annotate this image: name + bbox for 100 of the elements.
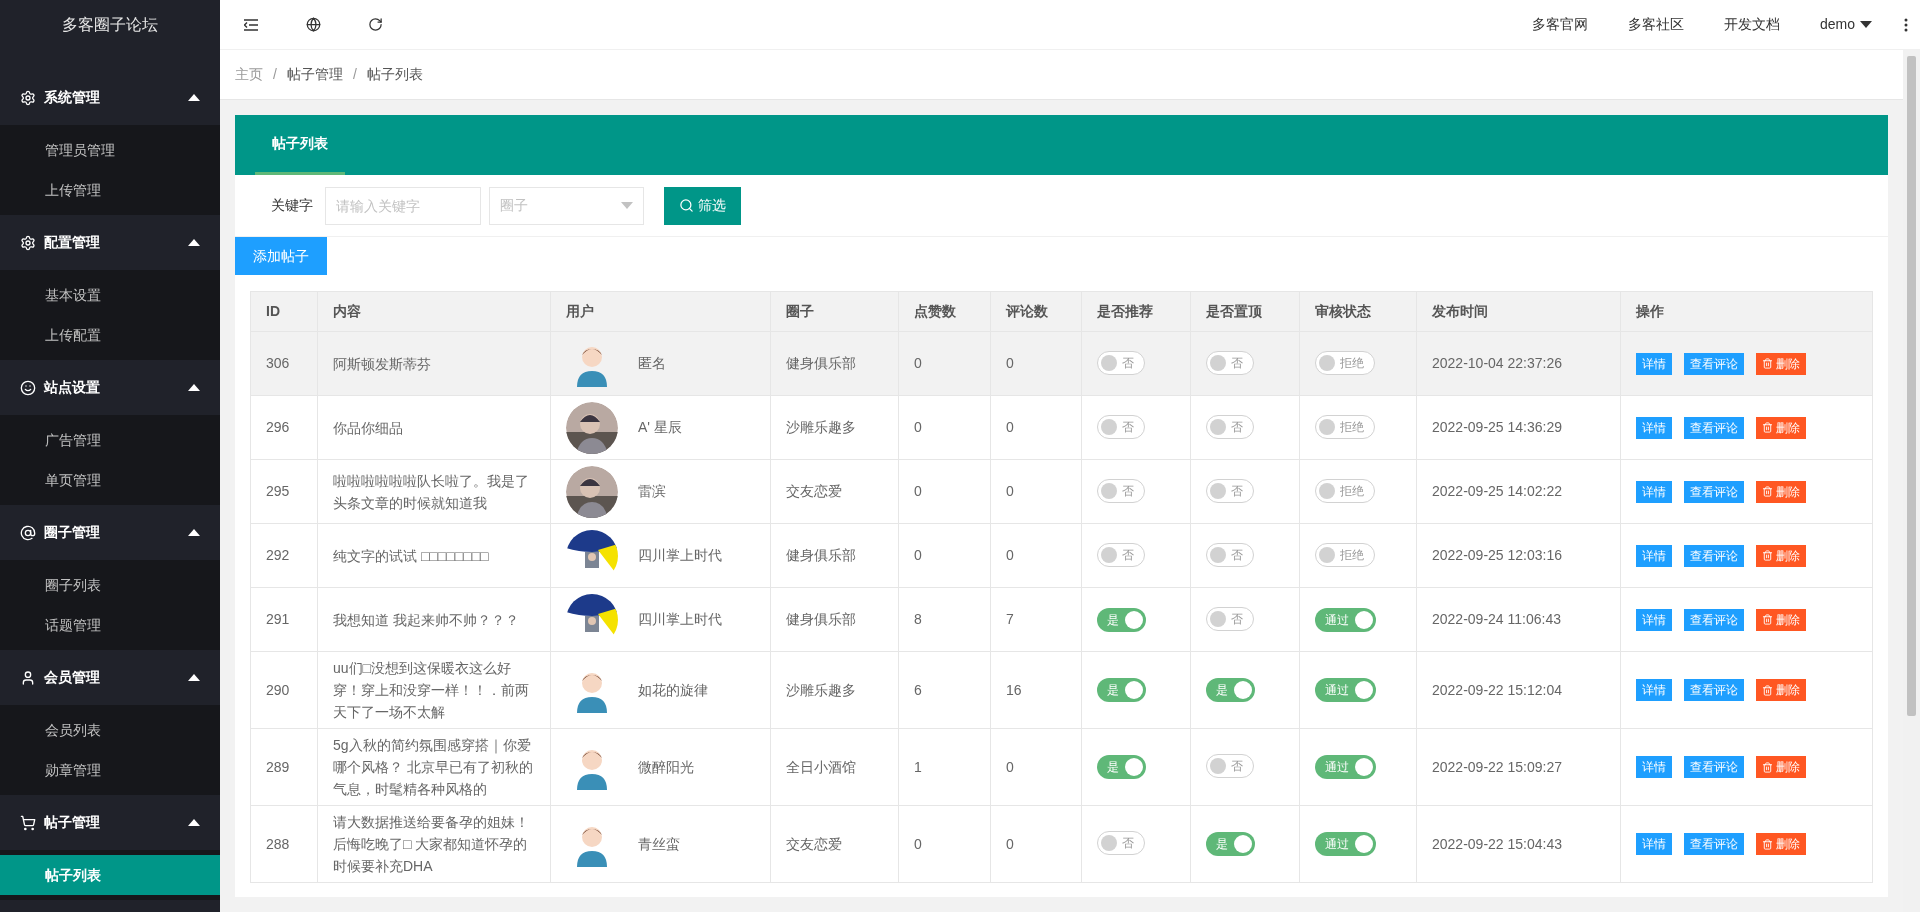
toggle-switch[interactable]: 否 [1097, 542, 1145, 567]
table-row[interactable]: 306 阿斯顿发斯蒂芬 匿名 健身俱乐部 0 0 否 否 拒绝 2022-10-04 22:37:26 详情 查看评论 删除 [250, 331, 1873, 396]
toggle-switch[interactable]: 通过 [1315, 607, 1376, 632]
details-button[interactable]: 详情 [1636, 679, 1672, 701]
toggle-switch[interactable]: 拒绝 [1315, 414, 1375, 439]
user-name: 四川掌上时代 [638, 610, 722, 629]
toggle-switch[interactable]: 否 [1206, 478, 1254, 503]
user-menu[interactable]: demo [1799, 14, 1892, 35]
menu-group[interactable]: 帖子管理 [0, 795, 220, 850]
caret-up-icon [188, 239, 200, 246]
column-header: 点赞数 [898, 291, 991, 332]
view-comments-button[interactable]: 查看评论 [1684, 608, 1744, 631]
table-row[interactable]: 292 纯文字的试试 □□□□□□□□ 四川掌上时代 健身俱乐部 0 0 否 否 拒绝 2022-09-25 12:03:16 详情 查看评论 删除 [250, 523, 1873, 588]
tab[interactable]: 帖子列表 [255, 115, 345, 175]
menu-group[interactable]: 系统管理 [0, 70, 220, 125]
toggle-switch[interactable]: 拒绝 [1315, 478, 1375, 503]
table-row[interactable]: 296 你品你细品 A' 星辰 沙雕乐趣多 0 0 否 否 拒绝 2022-09-25 14:36:29 详情 查看评论 删除 [250, 395, 1873, 460]
menu-item[interactable]: 广告管理 [0, 420, 220, 460]
details-button[interactable]: 详情 [1636, 480, 1672, 503]
toggle-switch[interactable]: 拒绝 [1315, 350, 1375, 375]
nav-link[interactable]: 多客官网 [1511, 14, 1608, 35]
table-cell: 291 [250, 587, 318, 652]
menu-item[interactable]: 管理员管理 [0, 130, 220, 170]
breadcrumb-link[interactable]: 帖子列表 [366, 64, 423, 85]
menu-group[interactable]: 配置管理 [0, 215, 220, 270]
toggle-switch[interactable]: 是 [1206, 832, 1255, 856]
indent-icon [244, 18, 258, 31]
delete-button[interactable]: 删除 [1756, 679, 1806, 701]
delete-button[interactable]: 删除 [1756, 480, 1806, 503]
menu-item[interactable]: 单页管理 [0, 460, 220, 500]
menu-group[interactable]: 站点设置 [0, 360, 220, 415]
keyword-label: 关键字 [270, 196, 314, 215]
breadcrumb-link[interactable]: 帖子管理 [286, 64, 343, 85]
details-button[interactable]: 详情 [1636, 833, 1672, 855]
menu-item[interactable]: 帖子列表 [0, 855, 220, 895]
details-button[interactable]: 详情 [1636, 352, 1672, 375]
caret-up-icon [188, 819, 200, 826]
toggle-switch[interactable]: 否 [1206, 350, 1254, 375]
table-row[interactable]: 295 啦啦啦啦啦啦队长啦了。我是了头条文章的时候就知道我 雷滨 交友恋爱 0 0 否 否 拒绝 2022-09-25 14:02:22 详情 查看评论 删除 [250, 459, 1873, 524]
filter-button[interactable]: 筛选 [664, 186, 741, 225]
nav-link[interactable]: 多客社区 [1607, 14, 1704, 35]
menu-item[interactable]: 上传配置 [0, 315, 220, 355]
keyword-input[interactable]: 请输入关键字 [325, 186, 481, 225]
delete-button[interactable]: 删除 [1756, 544, 1806, 567]
toggle-switch[interactable]: 是 [1097, 678, 1146, 702]
toggle-switch[interactable]: 通过 [1315, 678, 1376, 702]
add-post-button[interactable]: 添加帖子 [235, 237, 327, 275]
delete-button[interactable]: 删除 [1756, 756, 1806, 778]
toggle-switch[interactable]: 是 [1206, 678, 1255, 702]
toggle-switch[interactable]: 通过 [1315, 832, 1376, 856]
view-comments-button[interactable]: 查看评论 [1684, 352, 1744, 375]
details-button[interactable]: 详情 [1636, 756, 1672, 778]
trash-icon [1762, 761, 1773, 773]
toggle-switch[interactable]: 否 [1097, 831, 1145, 855]
table-cell: 8 [898, 587, 991, 652]
toggle-switch[interactable]: 否 [1206, 606, 1254, 631]
toggle-switch[interactable]: 否 [1097, 478, 1145, 503]
menu-item[interactable]: 勋章管理 [0, 750, 220, 790]
circle-select[interactable]: 圈子 [489, 186, 644, 225]
table-row[interactable]: 288 请大数据推送给要备孕的姐妹！后悔吃晚了□ 大家都知道怀孕的时候要补充DHA 青丝蛮 交友恋爱 0 0 否 是 通过 2022-09-22 15:04:43 详情 查看评论 删除 [250, 805, 1873, 883]
toggle-switch[interactable]: 否 [1097, 414, 1145, 439]
column-header: 评论数 [990, 291, 1082, 332]
more-icon[interactable] [1904, 17, 1908, 32]
delete-button[interactable]: 删除 [1756, 833, 1806, 855]
menu-item[interactable]: 上传管理 [0, 170, 220, 210]
toggle-switch[interactable]: 是 [1097, 755, 1146, 779]
menu-item[interactable]: 基本设置 [0, 275, 220, 315]
menu-item[interactable]: 话题管理 [0, 605, 220, 645]
toggle-switch[interactable]: 否 [1206, 754, 1254, 778]
menu-item[interactable]: 会员列表 [0, 710, 220, 750]
menu-group[interactable]: 会员管理 [0, 650, 220, 705]
table-cell: 0 [898, 395, 991, 460]
toggle-switch[interactable]: 是 [1097, 607, 1146, 632]
column-header: 圈子 [770, 291, 899, 332]
nav-link[interactable]: 开发文档 [1703, 14, 1800, 35]
view-comments-button[interactable]: 查看评论 [1684, 833, 1744, 855]
toggle-switch[interactable]: 拒绝 [1315, 542, 1375, 567]
menu-group[interactable]: 圈子管理 [0, 505, 220, 560]
view-comments-button[interactable]: 查看评论 [1684, 416, 1744, 439]
table-row[interactable]: 290 uu们□没想到这保暖衣这么好穿！穿上和没穿一样！！．前两天下了一场不太解 如花的旋律 沙雕乐趣多 6 16 是 是 通过 2022-09-22 15:12:04 详情 查看评论 删除 [250, 651, 1873, 729]
view-comments-button[interactable]: 查看评论 [1684, 756, 1744, 778]
view-comments-button[interactable]: 查看评论 [1684, 480, 1744, 503]
details-button[interactable]: 详情 [1636, 608, 1672, 631]
delete-button[interactable]: 删除 [1756, 608, 1806, 631]
delete-button[interactable]: 删除 [1756, 352, 1806, 375]
breadcrumb-link[interactable]: 主页 [235, 64, 263, 85]
details-button[interactable]: 详情 [1636, 544, 1672, 567]
details-button[interactable]: 详情 [1636, 416, 1672, 439]
toggle-switch[interactable]: 否 [1206, 414, 1254, 439]
table-cell: 295 [250, 459, 318, 524]
column-header: 用户 [550, 291, 771, 332]
delete-button[interactable]: 删除 [1756, 416, 1806, 439]
table-row[interactable]: 291 我想知道 我起来帅不帅？？？ 四川掌上时代 健身俱乐部 8 7 是 否 通过 2022-09-24 11:06:43 详情 查看评论 删除 [250, 587, 1873, 652]
view-comments-button[interactable]: 查看评论 [1684, 544, 1744, 567]
toggle-switch[interactable]: 否 [1206, 542, 1254, 567]
toggle-switch[interactable]: 通过 [1315, 755, 1376, 779]
toggle-switch[interactable]: 否 [1097, 350, 1145, 375]
table-row[interactable]: 289 5g入秋的简约氛围感穿搭｜你爱哪个风格？ 北京早已有了初秋的气息，时髦精各种风格的 微醉阳光 全日小酒馆 1 0 是 否 通过 2022-09-22 15:09:27 详情 查看评论 删除 [250, 728, 1873, 806]
view-comments-button[interactable]: 查看评论 [1684, 679, 1744, 701]
menu-item[interactable]: 圈子列表 [0, 565, 220, 605]
